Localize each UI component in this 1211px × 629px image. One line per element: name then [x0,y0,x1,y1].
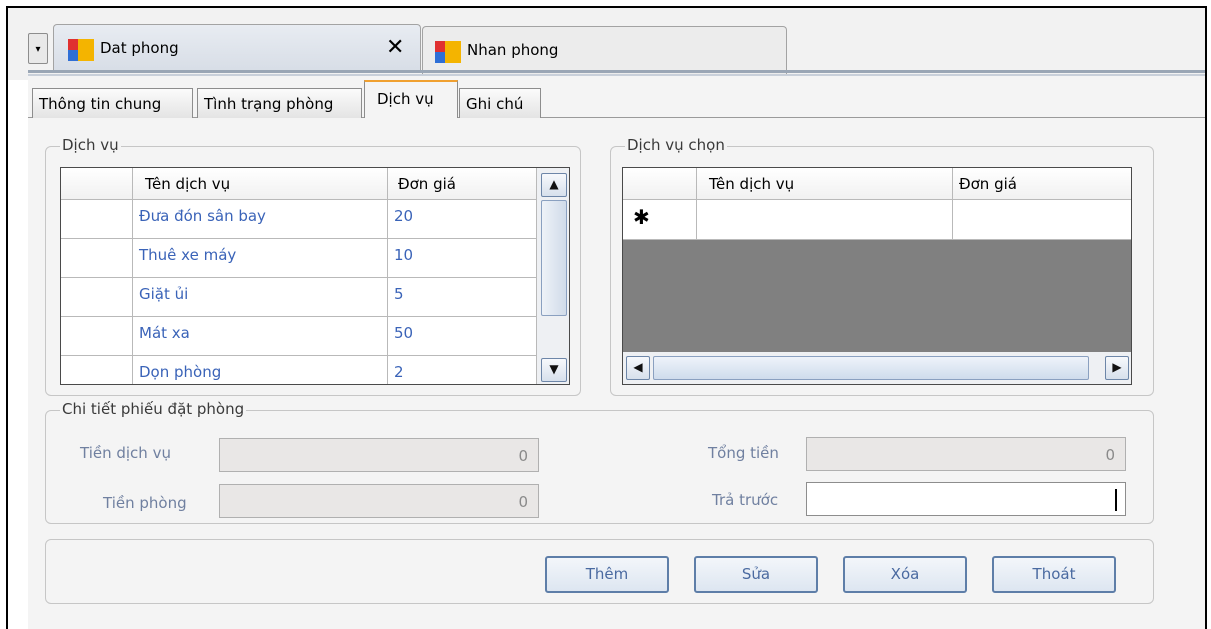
new-row-marker[interactable]: ✱ [623,200,697,240]
services-group-legend: Dịch vụ [60,136,121,154]
window-frame-right [1205,6,1207,629]
text-caret [1115,489,1117,511]
service-fee-field[interactable]: 0 [219,438,539,472]
tab-thong-tin-chung[interactable]: Thông tin chung [32,88,193,118]
selected-services-grid[interactable]: Tên dịch vụ Đơn giá ✱ ◀ ▶ [622,167,1132,385]
column-header-price[interactable]: Đơn giá [953,168,1131,200]
tab-list-dropdown-button[interactable]: ▾ [28,33,48,64]
room-fee-field[interactable]: 0 [219,484,539,518]
selected-services-legend: Dịch vụ chọn [625,136,727,154]
add-button[interactable]: Thêm [545,556,669,593]
column-header-name[interactable]: Tên dịch vụ [697,168,953,200]
doc-tab-label: Nhan phong [467,41,559,59]
tab-strip-divider [28,70,1205,73]
prepaid-label: Trả trước [712,491,779,509]
new-row-name-cell[interactable] [697,200,953,240]
grid-empty-area [623,240,1131,352]
row-header[interactable] [61,278,133,317]
booking-details-legend: Chi tiết phiếu đặt phòng [60,400,247,418]
row-header[interactable] [61,200,133,239]
scroll-left-icon[interactable]: ◀ [626,356,650,380]
doc-tab-dat-phong[interactable]: Dat phong ✕ [53,24,421,72]
row-header[interactable] [61,356,133,384]
total-field[interactable]: 0 [806,437,1126,471]
total-label: Tổng tiền [708,444,779,462]
scrollbar-thumb[interactable] [653,356,1089,380]
room-fee-label: Tiền phòng [103,494,187,512]
window-frame-left [6,6,8,629]
exit-button[interactable]: Thoát [992,556,1116,593]
column-header-name[interactable]: Tên dịch vụ [133,168,388,200]
service-name-cell[interactable]: Mát xa [133,317,388,356]
form-icon [435,41,461,63]
service-name-cell[interactable]: Thuê xe máy [133,239,388,278]
row-header[interactable] [61,317,133,356]
new-row-price-cell[interactable] [953,200,1131,240]
service-price-cell[interactable]: 20 [388,200,537,239]
delete-button[interactable]: Xóa [843,556,967,593]
prepaid-field[interactable] [806,482,1126,516]
service-price-cell[interactable]: 2 [388,356,537,384]
service-price-cell[interactable]: 50 [388,317,537,356]
services-grid[interactable]: Tên dịch vụ Đơn giá Đưa đón sân bay 20 T… [60,167,570,385]
doc-tab-label: Dat phong [100,39,179,57]
row-header-corner [61,168,133,200]
close-icon[interactable]: ✕ [386,35,404,60]
tab-tinh-trang-phong[interactable]: Tình trạng phòng [197,88,362,118]
chevron-down-icon: ▾ [35,44,41,55]
doc-tab-nhan-phong[interactable]: Nhan phong [422,26,787,74]
service-name-cell[interactable]: Dọn phòng [133,356,388,384]
edit-button[interactable]: Sửa [694,556,818,593]
row-header[interactable] [61,239,133,278]
tab-dich-vu[interactable]: Dịch vụ [364,80,458,118]
form-icon [68,39,94,61]
scroll-down-icon[interactable]: ▼ [541,358,567,382]
service-price-cell[interactable]: 10 [388,239,537,278]
row-header-corner [623,168,697,200]
tab-ghi-chu[interactable]: Ghi chú [459,88,541,118]
service-name-cell[interactable]: Giặt ủi [133,278,388,317]
scrollbar-thumb[interactable] [541,200,567,316]
scroll-up-icon[interactable]: ▲ [541,173,567,197]
scroll-right-icon[interactable]: ▶ [1105,356,1129,380]
service-name-cell[interactable]: Đưa đón sân bay [133,200,388,239]
column-header-price[interactable]: Đơn giá [388,168,537,200]
service-price-cell[interactable]: 5 [388,278,537,317]
service-fee-label: Tiền dịch vụ [80,444,171,462]
